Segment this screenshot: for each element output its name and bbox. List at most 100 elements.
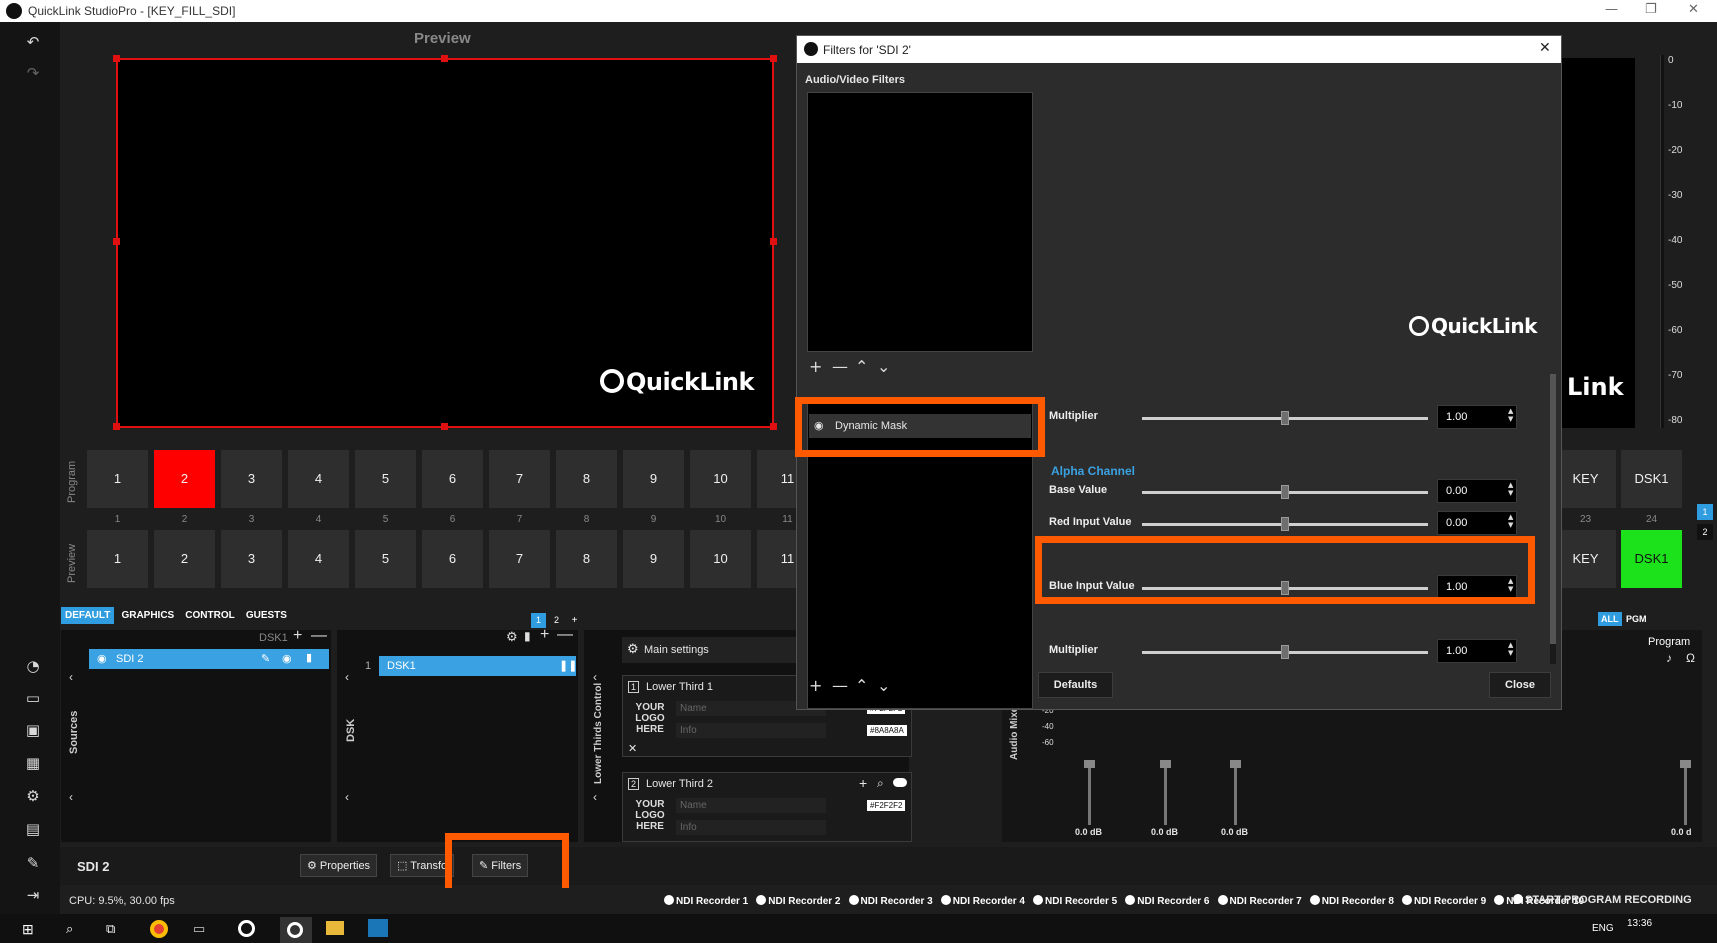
spin-arrows-icon[interactable]: ▲ ▼ [1508, 407, 1513, 423]
search-icon[interactable]: ⌕ [66, 921, 73, 937]
dsk-remove-icon[interactable]: — [557, 626, 573, 644]
add-source-icon[interactable]: + [293, 627, 302, 645]
dsk-lock-icon[interactable]: ▮ [524, 629, 531, 643]
preview-key-button[interactable]: KEY [1555, 530, 1616, 588]
remove-source-icon[interactable]: — [311, 627, 327, 645]
screen-share-icon[interactable]: ▣ [22, 719, 44, 741]
clock[interactable]: 13:36 [1627, 918, 1652, 929]
program-source-button[interactable]: 2 [154, 450, 215, 508]
resize-handle[interactable] [770, 423, 777, 430]
filter-wand-icon[interactable]: ✎ [261, 652, 270, 665]
lt1-color-2[interactable]: #8A8A8A [867, 725, 907, 736]
tab-control[interactable]: CONTROL [181, 607, 238, 624]
tab-guests[interactable]: GUESTS [242, 607, 291, 624]
program-source-button[interactable]: 3 [221, 450, 282, 508]
program-source-button[interactable]: 4 [288, 450, 349, 508]
visibility-icon[interactable]: ◉ [282, 652, 292, 665]
spin-arrows-icon[interactable]: ▲ ▼ [1508, 641, 1513, 657]
minimize-icon[interactable]: — [1605, 2, 1618, 17]
audio-fader-track[interactable] [1684, 765, 1687, 825]
param-slider-knob[interactable] [1281, 485, 1289, 499]
param-slider-knob[interactable] [1281, 517, 1289, 531]
ndi-recorder-item[interactable]: NDI Recorder 2 [756, 895, 841, 907]
ndi-recorder-item[interactable]: NDI Recorder 3 [848, 895, 933, 907]
sources-collapse-arrow[interactable]: ‹ [69, 670, 73, 684]
close-dialog-button[interactable]: Close [1489, 672, 1551, 698]
dialog-close-icon[interactable]: ✕ [1539, 40, 1551, 56]
preview-source-button[interactable]: 4 [288, 530, 349, 588]
language-indicator[interactable]: ENG [1592, 923, 1614, 934]
audio-fader-knob[interactable] [1230, 760, 1241, 768]
audio-fader-knob[interactable] [1680, 760, 1691, 768]
quicklink-icon[interactable]: ◔ [22, 655, 44, 677]
ndi-recorder-item[interactable]: NDI Recorder 4 [940, 895, 1025, 907]
redo-icon[interactable]: ↷ [22, 62, 44, 84]
eye-icon[interactable]: ◉ [97, 652, 107, 665]
add-effect-filter-icon[interactable]: + [809, 676, 822, 695]
program-source-button[interactable]: 8 [556, 450, 617, 508]
audio-fader-knob[interactable] [1160, 760, 1171, 768]
program-source-button[interactable]: 5 [355, 450, 416, 508]
tab-graphics[interactable]: GRAPHICS [117, 607, 178, 624]
side-page-2[interactable]: 2 [1697, 524, 1713, 540]
lock-icon[interactable]: ▮ [306, 651, 312, 664]
program-source-button[interactable]: 7 [489, 450, 550, 508]
program-source-button[interactable]: 6 [422, 450, 483, 508]
dsk-settings-icon[interactable]: ⚙ [506, 629, 518, 645]
remove-av-filter-icon[interactable]: — [832, 357, 848, 376]
program-dsk1-button[interactable]: DSK1 [1621, 450, 1682, 508]
resize-handle[interactable] [770, 238, 777, 245]
move-up-av-icon[interactable]: ⌃ [855, 357, 868, 376]
properties-button[interactable]: ⚙ Properties [300, 854, 378, 877]
source-row-sdi2[interactable]: ◉ SDI 2 ✎ ◉ ▮ [89, 649, 329, 669]
param-value-spinbox[interactable]: 1.00 [1437, 405, 1517, 429]
param-value-spinbox[interactable]: 0.00 [1437, 511, 1517, 535]
move-down-av-icon[interactable]: ⌄ [877, 357, 890, 376]
maximize-icon[interactable]: ❐ [1645, 2, 1657, 17]
resize-handle[interactable] [441, 423, 448, 430]
lt-expand-arrow[interactable]: ‹ [593, 790, 597, 804]
ndi-recorder-item[interactable]: NDI Recorder 6 [1125, 895, 1210, 907]
app-launcher-icon[interactable] [368, 919, 388, 937]
windows-start-icon[interactable]: ⊞ [22, 921, 34, 938]
audio-all-tab[interactable]: ALL [1598, 612, 1622, 626]
audio-fader-track[interactable] [1088, 765, 1091, 825]
param-value-spinbox[interactable]: 0.00 [1437, 479, 1517, 503]
remove-effect-filter-icon[interactable]: — [832, 676, 848, 695]
preview-source-button[interactable]: 2 [154, 530, 215, 588]
resize-handle[interactable] [113, 238, 120, 245]
param-slider-knob[interactable] [1281, 645, 1289, 659]
layout-grid-icon[interactable]: ▦ [22, 752, 44, 774]
preview-source-button[interactable]: 5 [355, 530, 416, 588]
lt2-toggle[interactable] [893, 778, 907, 787]
files-icon[interactable]: ▤ [22, 818, 44, 840]
ndi-recorder-item[interactable]: NDI Recorder 1 [664, 895, 748, 907]
active-quicklink-app-icon[interactable] [280, 917, 312, 943]
av-filters-list[interactable] [807, 92, 1033, 352]
preview-canvas[interactable]: QuickLink [116, 58, 774, 428]
terminal-icon[interactable]: ▭ [193, 921, 205, 937]
preview-source-button[interactable]: 8 [556, 530, 617, 588]
resize-handle[interactable] [441, 55, 448, 62]
param-value-spinbox[interactable]: 1.00 [1437, 639, 1517, 663]
lt-main-settings[interactable]: ⚙ Main settings [622, 637, 812, 663]
lt1-clear-icon[interactable]: ✕ [628, 742, 637, 755]
dsk-add-icon[interactable]: + [540, 626, 549, 644]
side-page-1[interactable]: 1 [1697, 504, 1713, 520]
tools-icon[interactable]: ✎ [22, 852, 44, 874]
spin-arrows-icon[interactable]: ▲ ▼ [1508, 481, 1513, 497]
program-source-button[interactable]: 10 [690, 450, 751, 508]
chrome-icon[interactable] [150, 920, 168, 938]
audio-fader-track[interactable] [1234, 765, 1237, 825]
ndi-recorder-item[interactable]: NDI Recorder 5 [1033, 895, 1117, 907]
dsk-collapse-arrow[interactable]: ‹ [345, 670, 349, 684]
dsk-expand-arrow[interactable]: ‹ [345, 790, 349, 804]
audio-fader-track[interactable] [1164, 765, 1167, 825]
param-scrollbar[interactable] [1550, 374, 1556, 664]
settings-gear-icon[interactable]: ⚙ [22, 785, 44, 807]
spin-arrows-icon[interactable]: ▲ ▼ [1508, 513, 1513, 529]
lt2-add-icon[interactable]: + [859, 775, 867, 791]
quicklink-app-icon[interactable] [238, 920, 255, 937]
lt2-search-icon[interactable]: ⌕ [877, 776, 884, 791]
add-av-filter-icon[interactable]: + [809, 357, 822, 376]
